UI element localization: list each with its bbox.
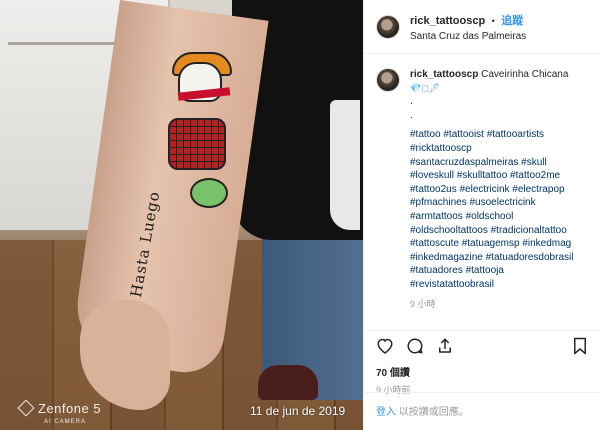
caption-dot-line: . xyxy=(410,96,413,108)
caption-dot-line: . xyxy=(410,109,413,121)
hashtag-list: #tattoo #tattooist #tattooartists #rickta… xyxy=(410,128,573,291)
follow-button[interactable]: 追蹤 xyxy=(501,15,523,27)
hashtag-line[interactable]: #pfmachines #usoelectricink xyxy=(410,196,573,210)
login-prompt: 登入 以按讚或回應。 xyxy=(364,392,600,428)
hashtag-line[interactable]: #tattoo2us #electricink #electrapop xyxy=(410,183,573,197)
hashtag-line[interactable]: #santacruzdaspalmeiras #skull xyxy=(410,156,573,170)
caption-emoji-line: 💎◻🖋 xyxy=(410,82,441,93)
shoe xyxy=(258,365,318,400)
caption-time: 9 小時 xyxy=(410,298,436,309)
like-count[interactable]: 70 個讚 xyxy=(376,364,588,379)
hashtag-line[interactable]: #inkedmagazine #tatuadoresdobrasil xyxy=(410,251,573,265)
comments-area[interactable]: rick_tattooscp Caveirinha Chicana 💎◻🖋 . … xyxy=(364,54,600,314)
hashtag-line[interactable]: #loveskull #skulltattoo #tattoo2me xyxy=(410,169,573,183)
caption-title: Caveirinha Chicana xyxy=(481,69,569,80)
hashtag-line[interactable]: #tatuadores #tattooja xyxy=(410,264,573,278)
heart-icon[interactable] xyxy=(376,337,394,359)
zenfone-logo-icon xyxy=(17,399,35,417)
tattoo-snail xyxy=(190,178,228,208)
caption-comment: rick_tattooscp Caveirinha Chicana 💎◻🖋 . … xyxy=(376,68,588,311)
photo-date-stamp: 11 de jun de 2019 xyxy=(250,404,346,418)
tattoo-plaid-shirt xyxy=(168,118,226,170)
login-prompt-text: 以按讚或回應。 xyxy=(398,407,469,418)
caption-body: rick_tattooscp Caveirinha Chicana 💎◻🖋 . … xyxy=(410,68,573,311)
action-icons xyxy=(376,337,588,359)
hashtag-line[interactable]: #armtattoos #oldschool xyxy=(410,210,573,224)
header-username[interactable]: rick_tattooscp xyxy=(410,15,485,27)
separator-dot: • xyxy=(491,16,495,26)
post-actions: 70 個讚 9 小時前 xyxy=(364,330,600,396)
location-link[interactable]: Santa Cruz das Palmeiras xyxy=(410,31,526,42)
header-text: rick_tattooscp • 追蹤 Santa Cruz das Palme… xyxy=(410,11,526,42)
camera-watermark: Zenfone 5 AI CAMERA xyxy=(17,399,102,427)
watermark-brand: Zenfone 5 xyxy=(38,401,102,416)
login-link[interactable]: 登入 xyxy=(376,407,396,418)
bookmark-icon[interactable] xyxy=(572,337,588,360)
avatar[interactable] xyxy=(376,14,400,39)
comment-icon[interactable] xyxy=(406,337,424,360)
share-icon[interactable] xyxy=(436,337,454,360)
watermark-subtitle: AI CAMERA xyxy=(44,419,87,425)
post-photo[interactable]: Hasta Luego Zenfone 5 AI CAMERA 11 de ju… xyxy=(0,0,363,430)
hashtag-line[interactable]: #tattoo #tattooist #tattooartists xyxy=(410,128,573,142)
caption-username[interactable]: rick_tattooscp xyxy=(410,69,478,80)
hashtag-line[interactable]: #tattoscute #tatuagemsp #inkedmag xyxy=(410,237,573,251)
hashtag-line[interactable]: #revistatattoobrasil xyxy=(410,278,573,292)
shirt-print xyxy=(330,100,360,230)
hashtag-line[interactable]: #oldschooltattoos #tradicionaltattoo xyxy=(410,224,573,238)
post-header: rick_tattooscp • 追蹤 Santa Cruz das Palme… xyxy=(364,0,600,54)
post-sidebar: rick_tattooscp • 追蹤 Santa Cruz das Palme… xyxy=(363,0,600,430)
avatar[interactable] xyxy=(376,68,400,92)
hashtag-line[interactable]: #ricktattooscp xyxy=(410,142,573,156)
